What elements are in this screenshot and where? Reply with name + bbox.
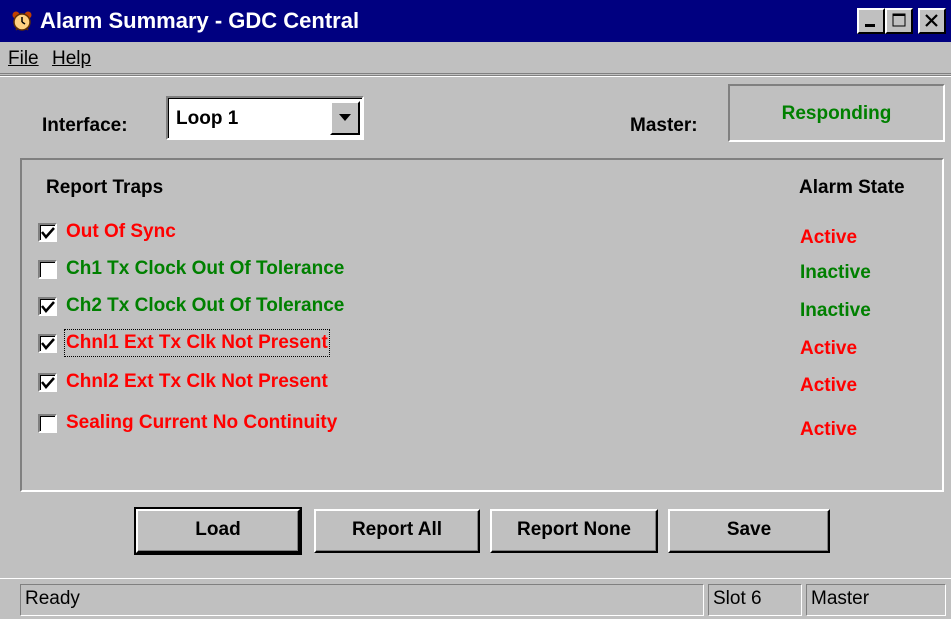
trap-label[interactable]: Ch1 Tx Clock Out Of Tolerance bbox=[66, 257, 344, 281]
minimize-icon bbox=[865, 24, 875, 27]
report-traps-header: Report Traps bbox=[46, 177, 164, 198]
trap-checkbox[interactable] bbox=[38, 414, 57, 433]
menu-file-label: File bbox=[8, 48, 39, 69]
master-status-box: Responding bbox=[728, 84, 945, 142]
close-icon bbox=[925, 14, 938, 27]
interface-dropdown[interactable]: Loop 1 bbox=[166, 96, 364, 140]
trap-label[interactable]: Chnl2 Ext Tx Clk Not Present bbox=[66, 370, 328, 394]
trap-checkbox[interactable] bbox=[38, 223, 57, 242]
trap-row: Chnl1 Ext Tx Clk Not Present bbox=[38, 329, 738, 357]
alarm-summary-window: Alarm Summary - GDC Central File Help In… bbox=[0, 0, 951, 619]
master-label: Master: bbox=[630, 115, 698, 136]
save-button-label: Save bbox=[726, 519, 772, 540]
trap-checkbox[interactable] bbox=[38, 260, 57, 279]
trap-label[interactable]: Chnl1 Ext Tx Clk Not Present bbox=[64, 329, 330, 357]
alarm-state-header: Alarm State bbox=[799, 177, 905, 198]
report-all-button-label: Report All bbox=[351, 519, 443, 540]
status-message: Ready bbox=[20, 584, 704, 616]
menu-help[interactable]: Help bbox=[52, 47, 91, 71]
trap-row: Ch2 Tx Clock Out Of Tolerance bbox=[38, 294, 738, 318]
status-role: Master bbox=[806, 584, 946, 616]
minimize-button[interactable] bbox=[857, 8, 885, 34]
status-bar-divider bbox=[0, 578, 951, 579]
checkmark-icon bbox=[41, 301, 55, 313]
interface-label: Interface: bbox=[42, 115, 128, 136]
trap-label[interactable]: Out Of Sync bbox=[66, 220, 176, 244]
trap-label[interactable]: Ch2 Tx Clock Out Of Tolerance bbox=[66, 294, 344, 318]
interface-selected-value: Loop 1 bbox=[176, 108, 239, 129]
alarm-state-value: Inactive bbox=[800, 300, 871, 321]
menu-file[interactable]: File bbox=[8, 47, 39, 71]
trap-checkbox[interactable] bbox=[38, 373, 57, 392]
alarm-state-value: Active bbox=[800, 227, 858, 248]
trap-label[interactable]: Sealing Current No Continuity bbox=[66, 411, 337, 435]
alarm-state-value: Active bbox=[800, 375, 858, 396]
alarm-state-value: Active bbox=[800, 338, 858, 359]
window-title: Alarm Summary - GDC Central bbox=[40, 8, 360, 33]
menu-divider bbox=[0, 75, 951, 77]
alarm-state-value: Active bbox=[800, 419, 858, 440]
report-all-button[interactable]: Report All bbox=[314, 509, 480, 553]
maximize-button[interactable] bbox=[885, 8, 913, 34]
trap-row: Out Of Sync bbox=[38, 220, 738, 244]
checkmark-icon bbox=[41, 338, 55, 350]
chevron-down-icon bbox=[339, 114, 351, 121]
trap-row: Ch1 Tx Clock Out Of Tolerance bbox=[38, 257, 738, 281]
trap-row: Chnl2 Ext Tx Clk Not Present bbox=[38, 370, 738, 394]
dropdown-button[interactable] bbox=[330, 101, 360, 135]
trap-checkbox[interactable] bbox=[38, 334, 57, 353]
alarm-state-value: Inactive bbox=[800, 262, 871, 283]
alarm-clock-icon[interactable] bbox=[11, 10, 33, 32]
close-button[interactable] bbox=[918, 8, 946, 34]
menu-help-label: Help bbox=[52, 48, 92, 69]
save-button[interactable]: Save bbox=[668, 509, 830, 553]
report-none-button-label: Report None bbox=[517, 519, 631, 540]
trap-checkbox[interactable] bbox=[38, 297, 57, 316]
load-button[interactable]: Load bbox=[134, 507, 302, 555]
master-status: Responding bbox=[781, 103, 892, 124]
status-slot: Slot 6 bbox=[708, 584, 802, 616]
load-button-label: Load bbox=[195, 519, 241, 540]
trap-row: Sealing Current No Continuity bbox=[38, 411, 738, 435]
report-none-button[interactable]: Report None bbox=[490, 509, 658, 553]
maximize-icon bbox=[892, 13, 906, 27]
checkmark-icon bbox=[41, 227, 55, 239]
title-bar[interactable]: Alarm Summary - GDC Central bbox=[0, 0, 951, 42]
menu-bar: File Help bbox=[0, 44, 951, 74]
checkmark-icon bbox=[41, 377, 55, 389]
